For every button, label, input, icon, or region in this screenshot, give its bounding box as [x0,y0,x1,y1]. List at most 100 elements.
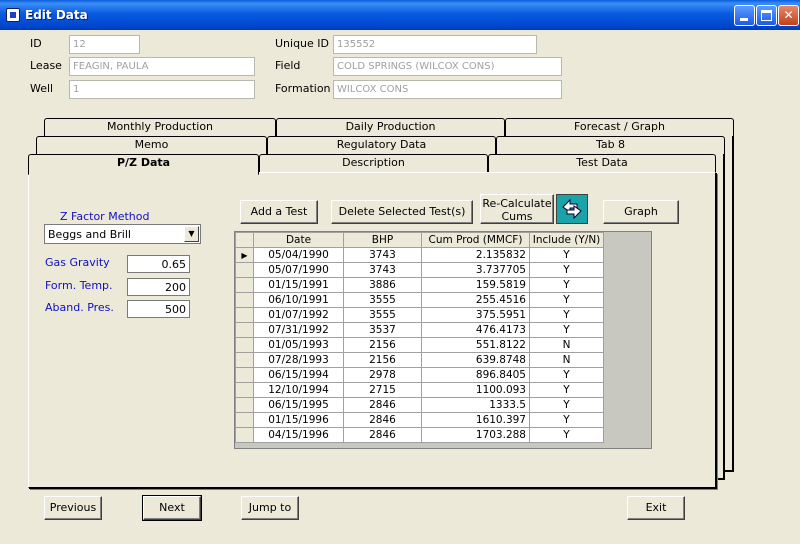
row-selector[interactable]: ▶ [235,247,254,263]
cell-bhp[interactable]: 3743 [343,262,422,278]
delete-selected-tests-button[interactable]: Delete Selected Test(s) [331,200,473,224]
row-selector[interactable] [235,322,254,338]
cell-include[interactable]: Y [529,382,604,398]
well-field[interactable]: 1 [69,80,255,99]
cell-include[interactable]: Y [529,367,604,383]
cell-date[interactable]: 06/10/1991 [253,292,344,308]
refresh-icon[interactable] [556,194,588,224]
cell-date[interactable]: 04/15/1996 [253,427,344,443]
cell-include[interactable]: Y [529,262,604,278]
formation-field[interactable]: WILCOX CONS [333,80,562,99]
row-selector[interactable] [235,352,254,368]
add-test-button[interactable]: Add a Test [240,200,318,224]
table-row[interactable]: 01/15/1991 3886 159.5819 Y [235,277,604,293]
cell-date[interactable]: 01/05/1993 [253,337,344,353]
cell-bhp[interactable]: 3886 [343,277,422,293]
cell-include[interactable]: Y [529,247,604,263]
next-button[interactable]: Next [142,495,202,521]
tab-forecast-graph[interactable]: Forecast / Graph [505,118,734,136]
table-row[interactable]: 01/07/1992 3555 375.5951 Y [235,307,604,323]
tab-pz-data[interactable]: P/Z Data [28,154,259,175]
table-row[interactable]: 07/31/1992 3537 476.4173 Y [235,322,604,338]
cell-bhp[interactable]: 2846 [343,412,422,428]
recalculate-cums-button[interactable]: Re-Calculate Cums [480,194,554,224]
cell-bhp[interactable]: 2156 [343,337,422,353]
row-selector[interactable] [235,307,254,323]
row-selector[interactable] [235,292,254,308]
cell-date[interactable]: 07/28/1993 [253,352,344,368]
tab-test-data[interactable]: Test Data [488,154,716,172]
row-selector[interactable] [235,367,254,383]
tab-description[interactable]: Description [259,154,488,172]
column-header-include[interactable]: Include (Y/N) [529,232,604,248]
cell-cum-prod[interactable]: 159.5819 [421,277,530,293]
tab-daily-production[interactable]: Daily Production [276,118,505,136]
exit-button[interactable]: Exit [627,496,685,520]
cell-cum-prod[interactable]: 2.135832 [421,247,530,263]
cell-include[interactable]: Y [529,322,604,338]
cell-cum-prod[interactable]: 896.8405 [421,367,530,383]
field-field[interactable]: COLD SPRINGS (WILCOX CONS) [333,57,562,76]
tab-tab8[interactable]: Tab 8 [496,136,725,154]
maximize-button[interactable] [756,5,777,26]
cell-cum-prod[interactable]: 3.737705 [421,262,530,278]
cell-bhp[interactable]: 3555 [343,307,422,323]
cell-cum-prod[interactable]: 1333.5 [421,397,530,413]
row-selector[interactable] [235,382,254,398]
tab-memo[interactable]: Memo [36,136,267,154]
cell-date[interactable]: 07/31/1992 [253,322,344,338]
row-selector[interactable] [235,277,254,293]
cell-date[interactable]: 06/15/1995 [253,397,344,413]
cell-cum-prod[interactable]: 255.4516 [421,292,530,308]
cell-bhp[interactable]: 3537 [343,322,422,338]
z-factor-method-select[interactable]: Beggs and Brill ▼ [44,224,201,244]
column-header-date[interactable]: Date [253,232,344,248]
row-selector[interactable] [235,427,254,443]
row-selector[interactable] [235,337,254,353]
cell-include[interactable]: Y [529,427,604,443]
cell-date[interactable]: 01/15/1996 [253,412,344,428]
cell-cum-prod[interactable]: 639.8748 [421,352,530,368]
cell-include[interactable]: Y [529,397,604,413]
cell-bhp[interactable]: 2846 [343,427,422,443]
cell-date[interactable]: 12/10/1994 [253,382,344,398]
minimize-button[interactable] [734,5,755,26]
cell-bhp[interactable]: 2715 [343,382,422,398]
table-row[interactable]: 06/15/1995 2846 1333.5 Y [235,397,604,413]
cell-bhp[interactable]: 3555 [343,292,422,308]
cell-bhp[interactable]: 3743 [343,247,422,263]
table-row[interactable]: 06/10/1991 3555 255.4516 Y [235,292,604,308]
cell-include[interactable]: Y [529,307,604,323]
graph-button[interactable]: Graph [603,200,679,224]
cell-bhp[interactable]: 2156 [343,352,422,368]
cell-date[interactable]: 01/15/1991 [253,277,344,293]
table-row[interactable]: 05/07/1990 3743 3.737705 Y [235,262,604,278]
table-row[interactable]: 06/15/1994 2978 896.8405 Y [235,367,604,383]
table-row[interactable]: 01/15/1996 2846 1610.397 Y [235,412,604,428]
test-data-grid[interactable]: Date BHP Cum Prod (MMCF) Include (Y/N) ▶… [234,231,652,449]
cell-cum-prod[interactable]: 375.5951 [421,307,530,323]
column-header-cum-prod[interactable]: Cum Prod (MMCF) [421,232,530,248]
previous-button[interactable]: Previous [44,496,102,520]
table-row[interactable]: 01/05/1993 2156 551.8122 N [235,337,604,353]
tab-regulatory-data[interactable]: Regulatory Data [267,136,496,154]
cell-cum-prod[interactable]: 476.4173 [421,322,530,338]
row-selector[interactable] [235,412,254,428]
cell-date[interactable]: 05/04/1990 [253,247,344,263]
cell-include[interactable]: Y [529,292,604,308]
lease-field[interactable]: FEAGIN, PAULA [69,57,255,76]
table-row[interactable]: ▶ 05/04/1990 3743 2.135832 Y [235,247,604,263]
cell-include[interactable]: N [529,352,604,368]
cell-date[interactable]: 05/07/1990 [253,262,344,278]
column-header-bhp[interactable]: BHP [343,232,422,248]
close-button[interactable]: ✕ [778,5,799,26]
row-selector[interactable] [235,397,254,413]
cell-cum-prod[interactable]: 1610.397 [421,412,530,428]
cell-cum-prod[interactable]: 551.8122 [421,337,530,353]
form-temp-input[interactable]: 200 [127,278,190,296]
cell-include[interactable]: Y [529,412,604,428]
tab-monthly-production[interactable]: Monthly Production [44,118,276,136]
cell-date[interactable]: 01/07/1992 [253,307,344,323]
row-selector[interactable] [235,262,254,278]
table-row[interactable]: 07/28/1993 2156 639.8748 N [235,352,604,368]
